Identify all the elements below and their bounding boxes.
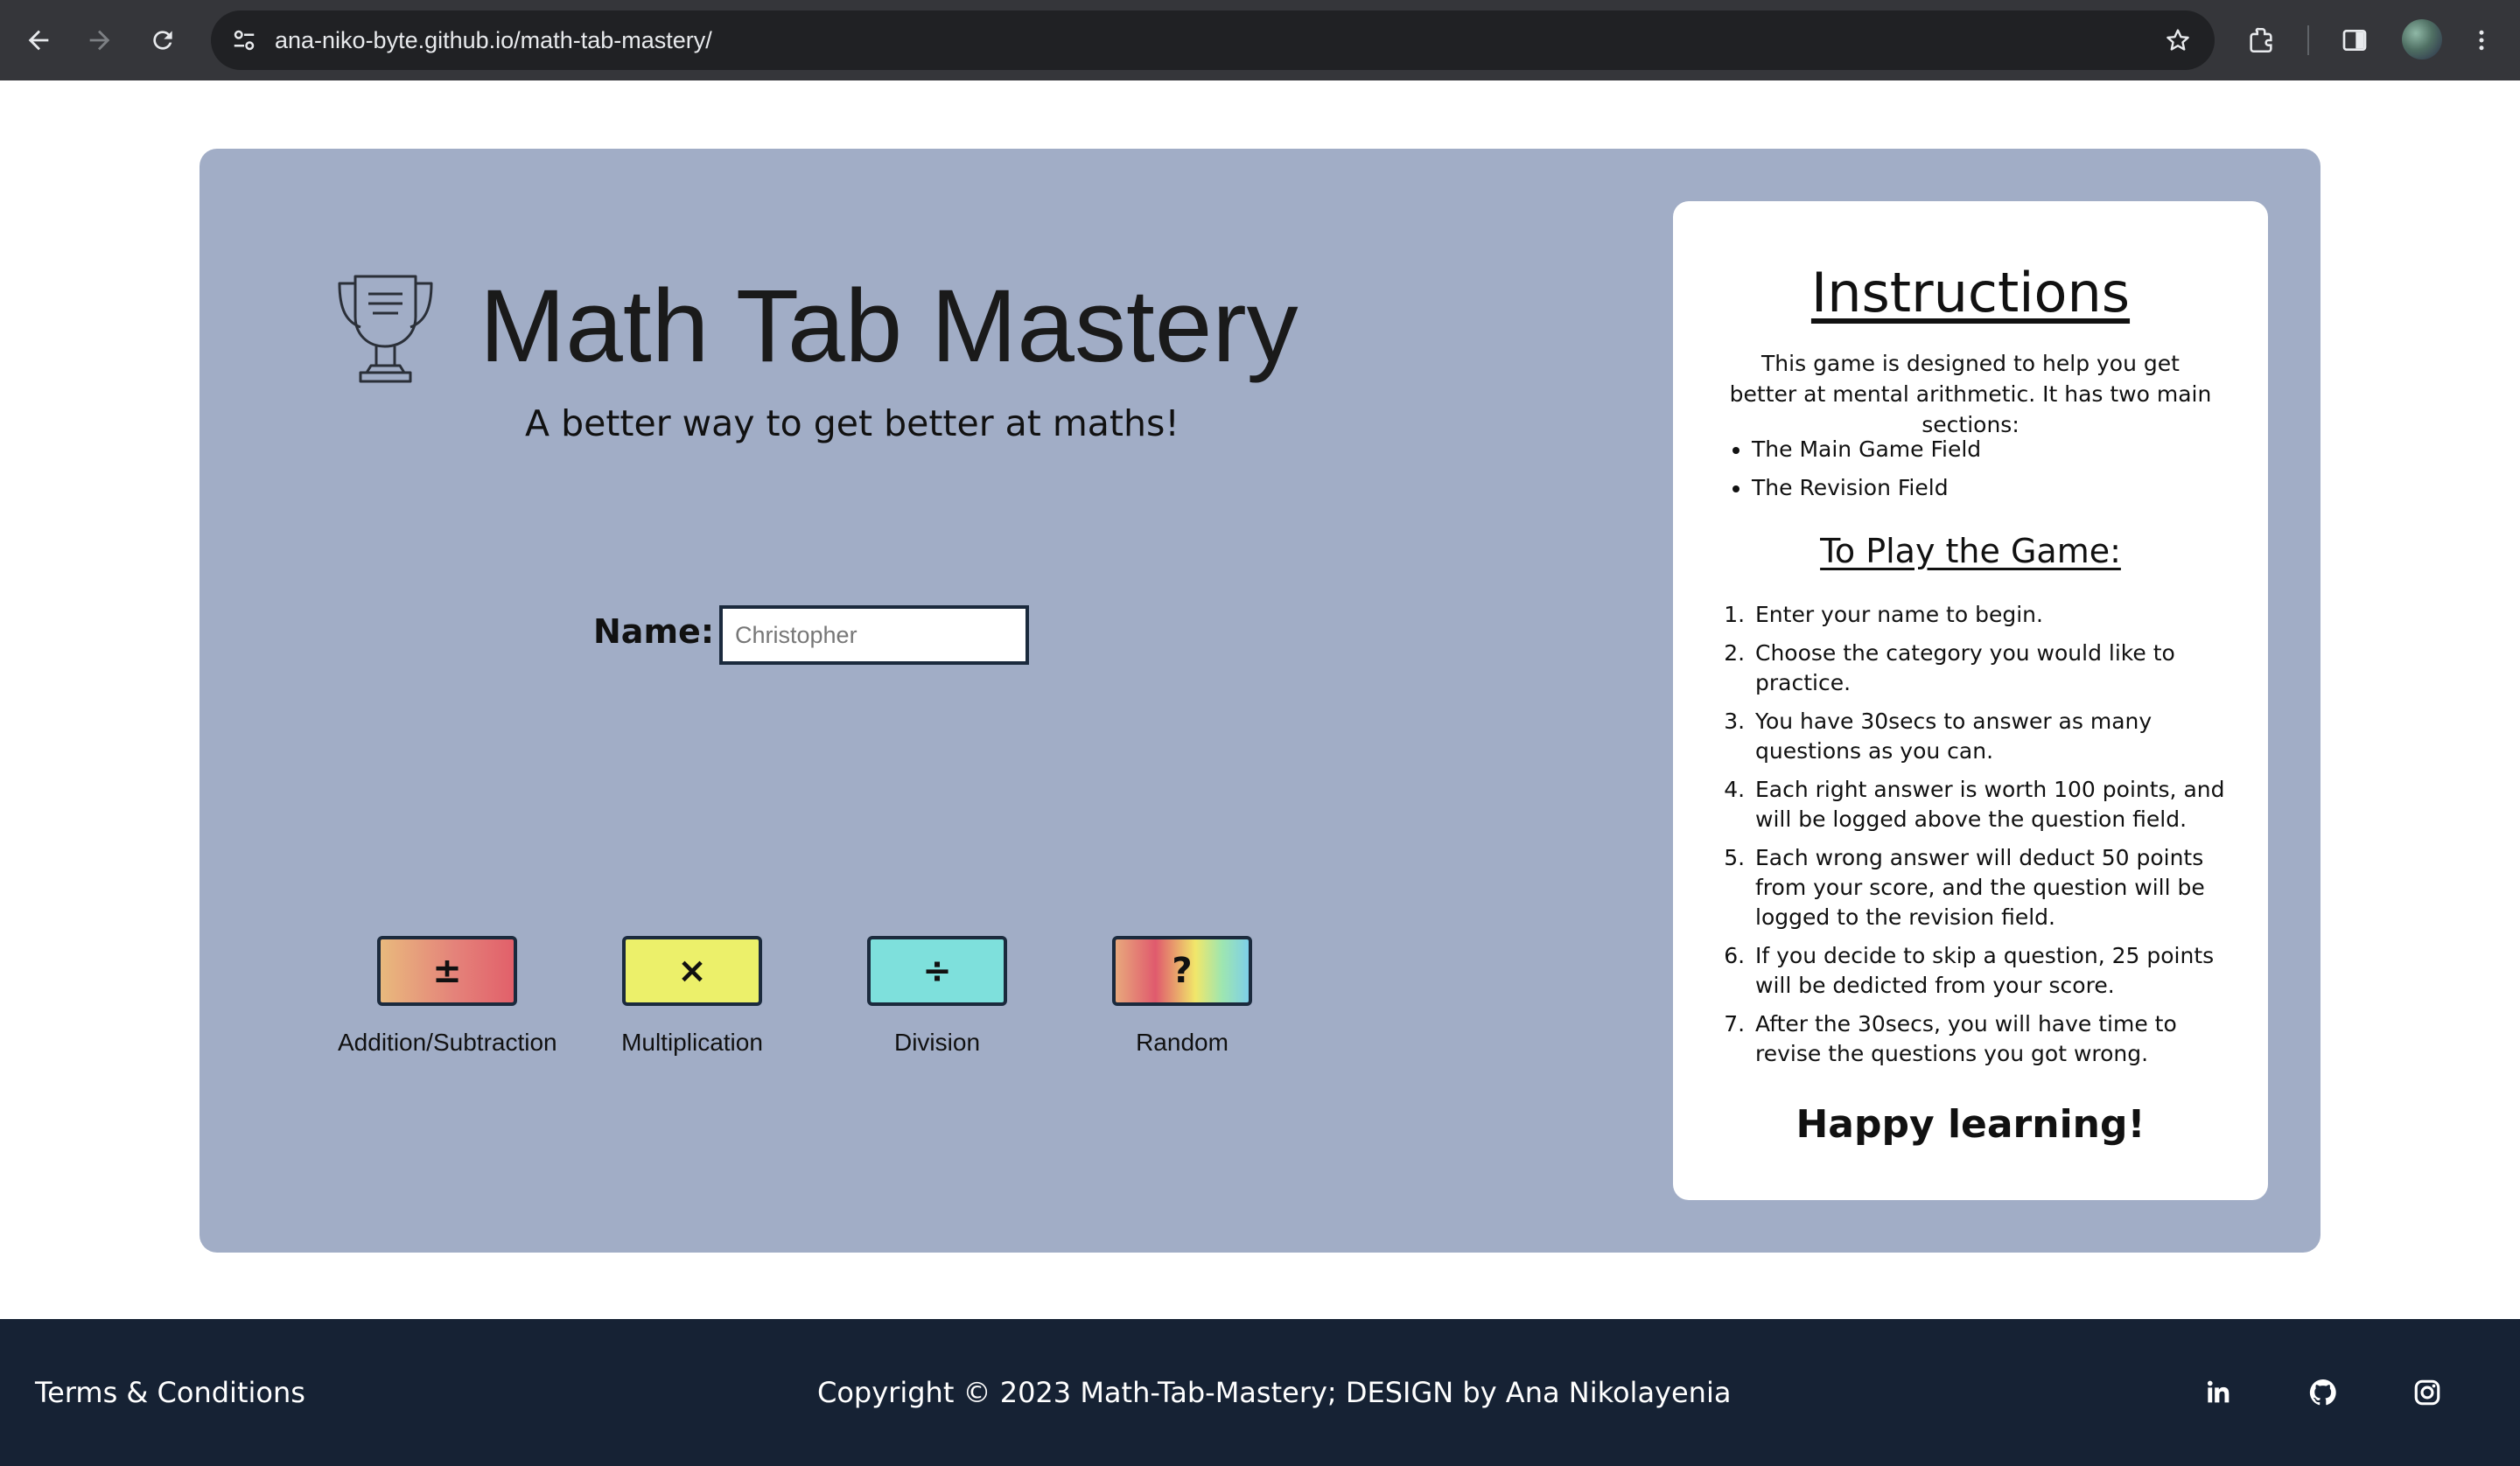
- page-subtitle: A better way to get better at maths!: [525, 402, 1180, 444]
- extensions-icon[interactable]: [2238, 17, 2284, 63]
- step-item: You have 30secs to answer as many questi…: [1752, 707, 2242, 766]
- step-item: Enter your name to begin.: [1752, 600, 2242, 630]
- step-item: After the 30secs, you will have time to …: [1752, 1009, 2242, 1069]
- instructions-panel: Instructions This game is designed to he…: [1673, 201, 2268, 1200]
- division-button[interactable]: ÷: [867, 936, 1007, 1006]
- category-multiplication: × Multiplication: [583, 936, 802, 1057]
- url-text[interactable]: ana-niko-byte.github.io/math-tab-mastery…: [275, 10, 712, 70]
- division-label: Division: [893, 1029, 981, 1056]
- step-item: Each right answer is worth 100 points, a…: [1752, 775, 2242, 834]
- back-icon[interactable]: [16, 17, 61, 63]
- step-item: If you decide to skip a question, 25 poi…: [1752, 941, 2242, 1001]
- list-item: The Main Game Field: [1752, 430, 1981, 469]
- bookmark-star-icon[interactable]: [2157, 19, 2199, 61]
- closing-message: Happy learning!: [1796, 1102, 2146, 1147]
- instructions-intro: This game is designed to help you get be…: [1729, 351, 2212, 437]
- addition-subtraction-button[interactable]: ±: [377, 936, 517, 1006]
- site-settings-icon[interactable]: [223, 19, 265, 61]
- page-title: Math Tab Mastery: [480, 269, 1298, 384]
- category-random: ? Random: [1073, 936, 1292, 1057]
- name-input[interactable]: [719, 605, 1029, 665]
- main-game-panel: Math Tab Mastery A better way to get bet…: [200, 149, 2320, 1253]
- terms-link[interactable]: Terms & Conditions: [35, 1319, 305, 1466]
- trophy-icon: [331, 271, 440, 385]
- linkedin-icon[interactable]: [2198, 1373, 2236, 1412]
- random-label: Random: [1136, 1029, 1228, 1056]
- name-label: Name:: [593, 612, 715, 651]
- more-menu-icon[interactable]: [2459, 17, 2504, 63]
- site-footer: Terms & Conditions Copyright © 2023 Math…: [0, 1319, 2520, 1466]
- step-item: Each wrong answer will deduct 50 points …: [1752, 843, 2242, 932]
- instagram-icon[interactable]: [2408, 1373, 2446, 1412]
- github-icon[interactable]: [2304, 1373, 2342, 1412]
- step-item: Choose the category you would like to pr…: [1752, 639, 2242, 698]
- forward-icon[interactable]: [77, 17, 122, 63]
- steps-list: Enter your name to begin. Choose the cat…: [1752, 600, 2242, 1078]
- instructions-title: Instructions: [1810, 261, 2131, 325]
- list-item: The Revision Field: [1752, 469, 1981, 507]
- address-bar[interactable]: ana-niko-byte.github.io/math-tab-mastery…: [211, 10, 2215, 70]
- toolbar-divider: [2307, 25, 2309, 55]
- copyright-text: Copyright © 2023 Math-Tab-Mastery; DESIG…: [817, 1376, 1732, 1409]
- profile-avatar[interactable]: [2402, 19, 2442, 59]
- addition-subtraction-label: Addition/Subtraction: [338, 1029, 557, 1056]
- reload-icon[interactable]: [140, 17, 186, 63]
- multiplication-label: Multiplication: [621, 1029, 763, 1056]
- sections-list: The Main Game Field The Revision Field: [1752, 430, 1981, 507]
- play-instructions-title: To Play the Game:: [1820, 532, 2121, 570]
- side-panel-icon[interactable]: [2332, 17, 2377, 63]
- category-addition-subtraction: ± Addition/Subtraction: [338, 936, 557, 1057]
- multiplication-button[interactable]: ×: [622, 936, 762, 1006]
- random-button[interactable]: ?: [1112, 936, 1252, 1006]
- browser-toolbar: ana-niko-byte.github.io/math-tab-mastery…: [0, 0, 2520, 80]
- category-division: ÷ Division: [828, 936, 1046, 1057]
